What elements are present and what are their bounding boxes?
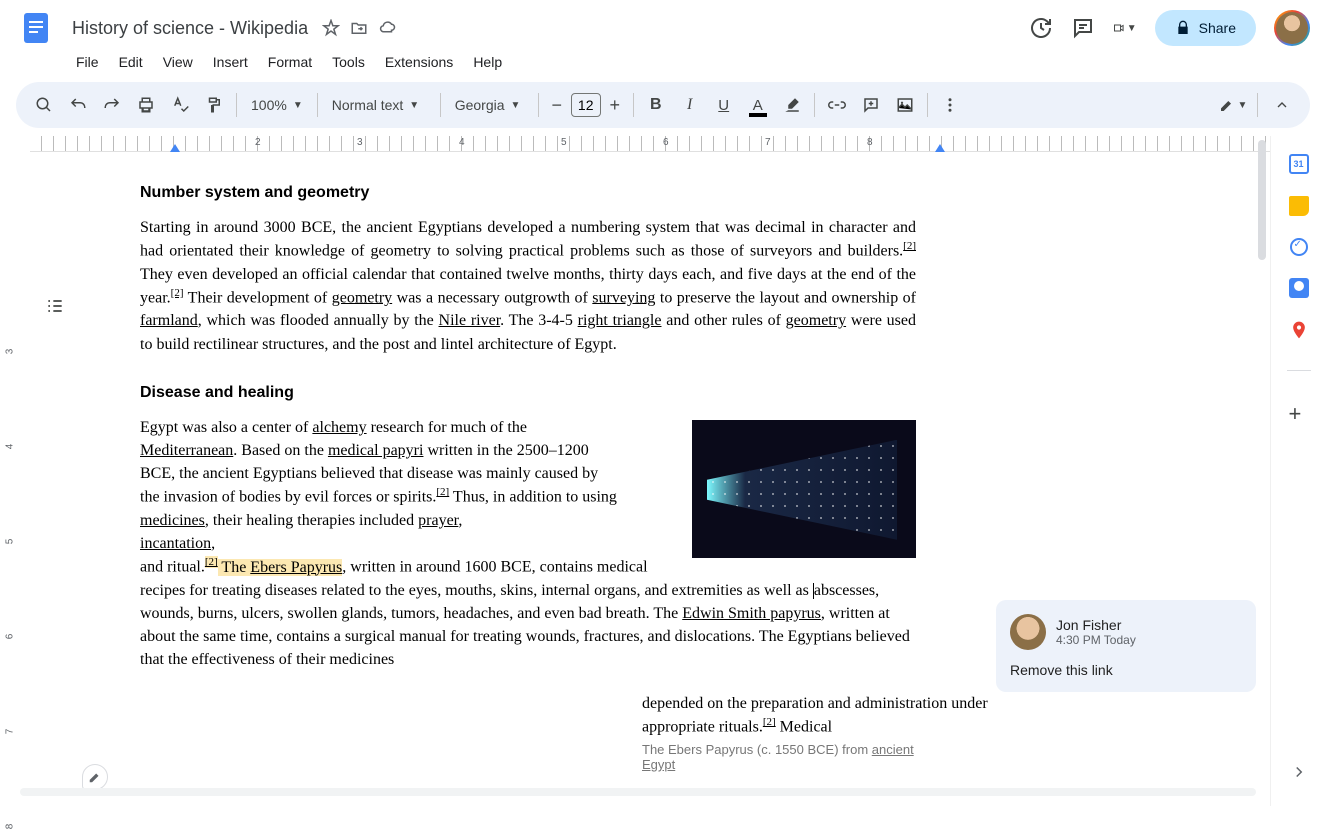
comment-body: Remove this link bbox=[1010, 662, 1242, 678]
vertical-scrollbar[interactable] bbox=[1258, 140, 1266, 260]
share-label: Share bbox=[1199, 20, 1236, 36]
spellcheck-icon[interactable] bbox=[164, 89, 196, 121]
ruler-indent-left[interactable] bbox=[170, 144, 180, 152]
menu-bar: File Edit View Insert Format Tools Exten… bbox=[16, 50, 1310, 74]
comment-card[interactable]: Jon Fisher 4:30 PM Today Remove this lin… bbox=[996, 600, 1256, 692]
menu-edit[interactable]: Edit bbox=[111, 50, 151, 74]
font-family-select[interactable]: Georgia▼ bbox=[447, 93, 532, 117]
italic-button[interactable]: I bbox=[674, 89, 706, 121]
comment-author: Jon Fisher bbox=[1056, 617, 1136, 633]
font-size-input[interactable] bbox=[571, 93, 601, 117]
menu-view[interactable]: View bbox=[155, 50, 201, 74]
document-page[interactable]: Number system and geometry Starting in a… bbox=[120, 152, 936, 696]
insert-link-icon[interactable] bbox=[821, 89, 853, 121]
search-menus-icon[interactable] bbox=[28, 89, 60, 121]
hide-side-panel-icon[interactable] bbox=[1290, 763, 1308, 786]
heading: Number system and geometry bbox=[140, 184, 916, 202]
account-avatar[interactable] bbox=[1274, 10, 1310, 46]
underline-button[interactable]: U bbox=[708, 89, 740, 121]
comments-icon[interactable] bbox=[1071, 16, 1095, 40]
lock-icon bbox=[1175, 20, 1191, 36]
decrease-font-size-button[interactable]: − bbox=[545, 93, 569, 117]
paint-format-icon[interactable] bbox=[198, 89, 230, 121]
add-comment-icon[interactable] bbox=[855, 89, 887, 121]
menu-format[interactable]: Format bbox=[260, 50, 320, 74]
increase-font-size-button[interactable]: + bbox=[603, 93, 627, 117]
figure-caption: The Ebers Papyrus (c. 1550 BCE) from anc… bbox=[642, 742, 936, 772]
zoom-select[interactable]: 100%▼ bbox=[243, 93, 311, 117]
history-icon[interactable] bbox=[1029, 16, 1053, 40]
menu-file[interactable]: File bbox=[68, 50, 107, 74]
ruler-indent-right[interactable] bbox=[935, 144, 945, 152]
keep-icon[interactable] bbox=[1289, 196, 1309, 216]
highlighted-link: Ebers Papyrus bbox=[250, 559, 342, 576]
more-toolbar-icon[interactable] bbox=[934, 89, 966, 121]
docs-logo-icon[interactable] bbox=[16, 8, 56, 48]
print-icon[interactable] bbox=[130, 89, 162, 121]
text-color-button[interactable]: A bbox=[742, 89, 774, 121]
get-addons-icon[interactable]: + bbox=[1289, 401, 1309, 421]
menu-insert[interactable]: Insert bbox=[205, 50, 256, 74]
meet-icon[interactable]: ▼ bbox=[1113, 16, 1137, 40]
paragraph: Starting in around 3000 BCE, the ancient… bbox=[140, 216, 916, 356]
horizontal-ruler[interactable]: 2 3 4 5 6 7 8 bbox=[30, 136, 1270, 152]
maps-icon[interactable] bbox=[1289, 320, 1309, 340]
show-outline-icon[interactable] bbox=[45, 296, 65, 321]
header: History of science - Wikipedia ▼ Share F… bbox=[0, 0, 1326, 74]
share-button[interactable]: Share bbox=[1155, 10, 1256, 46]
editing-mode-button[interactable]: ▼ bbox=[1217, 89, 1249, 121]
vertical-ruler[interactable]: 3 4 5 6 7 8 bbox=[5, 276, 23, 806]
menu-help[interactable]: Help bbox=[465, 50, 510, 74]
document-canvas[interactable]: 2 3 4 5 6 7 8 Number system and geometry… bbox=[0, 136, 1270, 806]
collapse-toolbar-icon[interactable] bbox=[1266, 89, 1298, 121]
menu-tools[interactable]: Tools bbox=[324, 50, 373, 74]
explore-button[interactable] bbox=[82, 764, 108, 790]
cloud-status-icon[interactable] bbox=[378, 19, 396, 37]
paragraph-style-select[interactable]: Normal text▼ bbox=[324, 93, 434, 117]
toolbar: 100%▼ Normal text▼ Georgia▼ − + B I U A … bbox=[16, 82, 1310, 128]
comment-avatar bbox=[1010, 614, 1046, 650]
bold-button[interactable]: B bbox=[640, 89, 672, 121]
highlight-color-button[interactable] bbox=[776, 89, 808, 121]
insert-image-icon[interactable] bbox=[889, 89, 921, 121]
menu-extensions[interactable]: Extensions bbox=[377, 50, 461, 74]
figure-image[interactable] bbox=[692, 420, 916, 558]
document-title[interactable]: History of science - Wikipedia bbox=[68, 16, 312, 41]
chevron-down-icon: ▼ bbox=[409, 100, 419, 111]
contacts-icon[interactable] bbox=[1289, 278, 1309, 298]
horizontal-scrollbar[interactable] bbox=[20, 788, 1256, 796]
calendar-icon[interactable]: 31 bbox=[1289, 154, 1309, 174]
tasks-icon[interactable] bbox=[1290, 238, 1308, 256]
heading: Disease and healing bbox=[140, 384, 916, 402]
chevron-down-icon: ▼ bbox=[511, 100, 521, 111]
chevron-down-icon: ▼ bbox=[293, 100, 303, 111]
redo-icon[interactable] bbox=[96, 89, 128, 121]
side-panel: 31 + bbox=[1270, 136, 1326, 806]
undo-icon[interactable] bbox=[62, 89, 94, 121]
star-icon[interactable] bbox=[322, 19, 340, 37]
move-folder-icon[interactable] bbox=[350, 19, 368, 37]
comment-timestamp: 4:30 PM Today bbox=[1056, 633, 1136, 647]
